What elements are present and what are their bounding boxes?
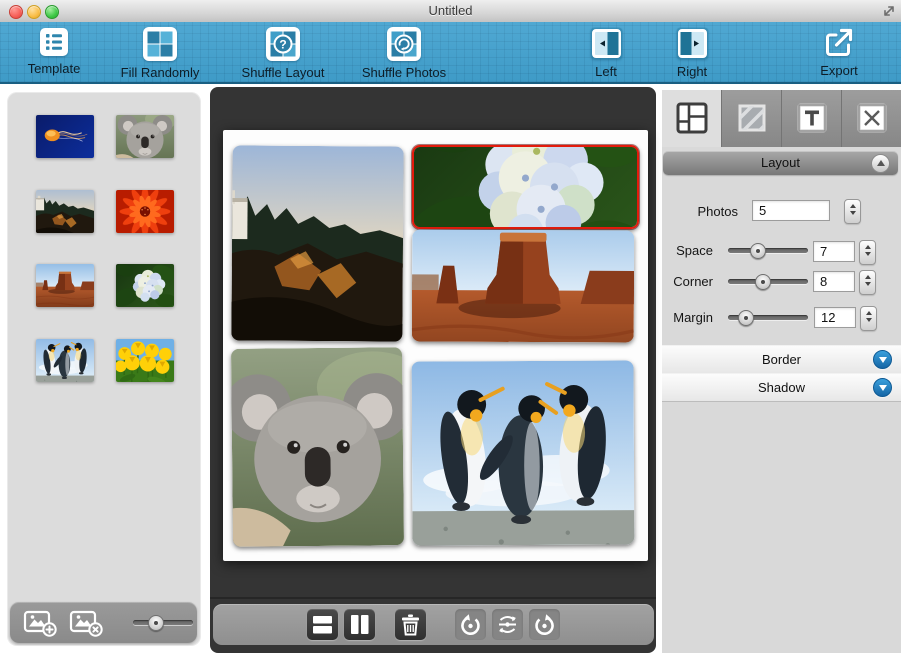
template-label: Template [0, 61, 109, 76]
text-tab-icon [796, 102, 828, 134]
collage-photo-monument-valley[interactable] [412, 230, 634, 343]
layout-section-title: Layout [761, 155, 800, 170]
background-tab-icon [736, 102, 768, 134]
expand-border-button[interactable] [873, 350, 892, 369]
rotate-cw-icon [529, 609, 560, 640]
titlebar: Untitled [0, 0, 901, 23]
fill-randomly-label: Fill Randomly [105, 65, 215, 80]
shadow-section-header[interactable]: Shadow [662, 373, 901, 402]
grid-squares-icon [143, 27, 177, 61]
layout-tab-icon [676, 102, 708, 134]
expand-shadow-button[interactable] [873, 378, 892, 397]
thumbnail-yellow-tulips[interactable] [116, 339, 174, 382]
fullscreen-arrows-icon[interactable] [882, 4, 896, 18]
add-photo-icon[interactable] [23, 609, 59, 637]
margin-stepper[interactable] [860, 306, 877, 331]
template-list-icon [39, 27, 69, 57]
photo-bin-toolbar [10, 602, 197, 643]
export-label: Export [784, 63, 894, 78]
thumbnail-hydrangea[interactable] [116, 264, 174, 307]
thumbnail-jellyfish[interactable] [36, 115, 94, 158]
rotate-ccw-icon [455, 609, 486, 640]
right-panel-toggle-icon [676, 27, 709, 60]
collage-photo-penguins[interactable] [412, 360, 635, 545]
split-vertical-icon [344, 609, 375, 640]
thumbnail-zoom-slider[interactable] [133, 620, 193, 625]
margin-value-field[interactable] [814, 307, 856, 328]
main-toolbar: Template Fill Randomly ? Shuffle Layout [0, 22, 901, 84]
trash-icon [395, 609, 426, 640]
thumbnail-monument-valley[interactable] [36, 264, 94, 307]
corner-slider[interactable] [728, 279, 808, 284]
thumbnail-red-flower[interactable] [116, 190, 174, 233]
shadow-section-title: Shadow [758, 380, 805, 395]
tab-layout[interactable] [662, 90, 721, 147]
thumbnail-lighthouse-coast[interactable] [36, 190, 94, 233]
tab-background[interactable] [721, 90, 782, 147]
border-section-header[interactable]: Border [662, 345, 901, 374]
window-title: Untitled [0, 3, 901, 18]
layout-section-header[interactable]: Layout [663, 151, 898, 175]
corner-stepper[interactable] [859, 270, 876, 295]
corner-label: Corner [662, 274, 713, 289]
thumbnail-penguins[interactable] [36, 339, 94, 382]
border-section-title: Border [762, 352, 801, 367]
margin-label: Margin [662, 310, 713, 325]
delete-cell-button[interactable] [395, 609, 426, 640]
photos-label: Photos [662, 204, 738, 219]
left-panel-toggle-icon [590, 27, 623, 60]
corner-slider-knob[interactable] [755, 274, 771, 290]
photos-count-field[interactable] [752, 200, 830, 221]
collage-photo-lighthouse-coast[interactable] [231, 145, 403, 341]
collage-photo-hydrangea-selected[interactable] [412, 145, 639, 229]
photos-stepper[interactable] [844, 199, 861, 224]
split-vertical-button[interactable] [344, 609, 375, 640]
stepper-up-icon [850, 204, 856, 208]
flip-icon [492, 609, 523, 640]
split-horizontal-button[interactable] [307, 609, 338, 640]
space-slider-knob[interactable] [750, 243, 766, 259]
tab-none[interactable] [841, 90, 901, 147]
collapse-arrow-icon [877, 160, 885, 166]
thumbnail-koala[interactable] [116, 115, 174, 158]
app-window: { "window": { "title": "Untitled", "traf… [0, 0, 901, 653]
shuffle-layout-button[interactable]: ? Shuffle Layout [228, 24, 338, 80]
collage-photo-koala[interactable] [231, 347, 404, 547]
remove-photo-icon[interactable] [69, 609, 105, 637]
margin-slider-knob[interactable] [738, 310, 754, 326]
space-slider[interactable] [728, 248, 808, 253]
expand-arrow-icon [879, 357, 887, 363]
stepper-down-icon [850, 211, 856, 215]
expand-arrow-icon [879, 385, 887, 391]
rotate-ccw-button[interactable] [455, 609, 486, 640]
cell-toolbar [213, 604, 654, 645]
corner-value-field[interactable] [813, 271, 855, 292]
grid-question-icon: ? [266, 27, 300, 61]
fill-randomly-button[interactable]: Fill Randomly [105, 24, 215, 80]
tab-text[interactable] [781, 90, 842, 147]
right-label: Right [637, 64, 747, 79]
x-tab-icon [856, 102, 888, 134]
shuffle-layout-label: Shuffle Layout [228, 65, 338, 80]
canvas-divider [210, 597, 656, 599]
grid-cycle-icon [387, 27, 421, 61]
split-horizontal-icon [307, 609, 338, 640]
rotate-cw-button[interactable] [529, 609, 560, 640]
template-button[interactable]: Template [0, 24, 109, 80]
collapse-layout-button[interactable] [871, 154, 890, 173]
right-panel-toggle-button[interactable]: Right [637, 24, 747, 80]
flip-button[interactable] [492, 609, 523, 640]
export-button[interactable]: Export [784, 24, 894, 80]
margin-slider[interactable] [728, 315, 808, 320]
thumbnail-zoom-slider-knob[interactable] [148, 615, 164, 631]
shuffle-photos-label: Shuffle Photos [349, 65, 459, 80]
space-label: Space [662, 243, 713, 258]
space-stepper[interactable] [859, 240, 876, 265]
space-value-field[interactable] [813, 241, 855, 262]
inspector-panel: Layout Photos Space Corner Margin Border [662, 90, 901, 653]
shuffle-photos-button[interactable]: Shuffle Photos [349, 24, 459, 80]
svg-text:?: ? [279, 38, 286, 52]
export-arrow-icon [823, 27, 855, 59]
